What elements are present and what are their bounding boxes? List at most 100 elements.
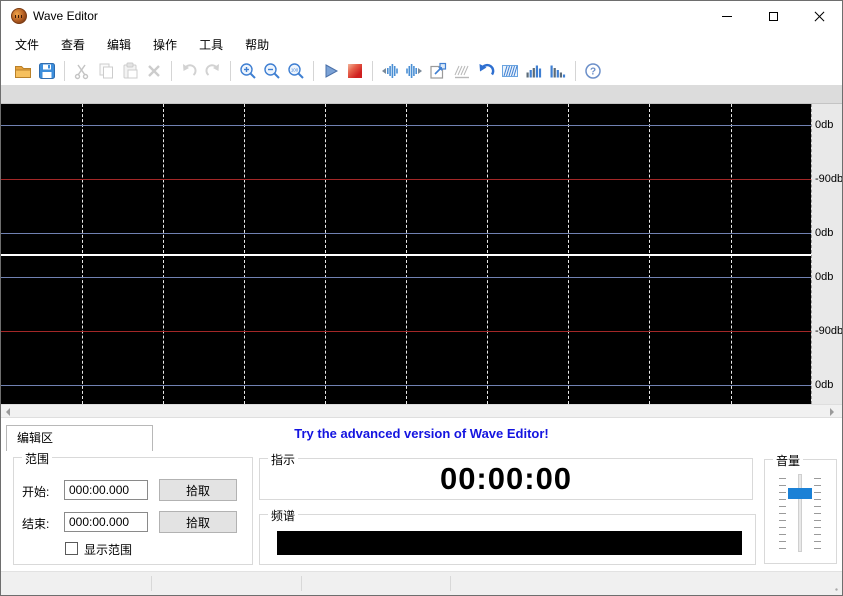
volume-group-title: 音量 — [773, 452, 803, 469]
waveform-display[interactable]: 0db -90db 0db 0db -90db 0db — [1, 104, 842, 404]
open-folder-icon — [14, 62, 32, 80]
start-time-input[interactable] — [64, 480, 148, 500]
svg-text:100: 100 — [291, 67, 299, 72]
undo-icon — [180, 62, 198, 80]
db-label: -90db — [815, 325, 843, 337]
spectrogram-view-button[interactable] — [498, 59, 522, 83]
save-icon — [38, 62, 56, 80]
volume-ticks — [814, 478, 821, 549]
bars-ascending-view-button[interactable] — [522, 59, 546, 83]
zoom-100-icon: 100 — [287, 62, 305, 80]
range-group: 范围 开始: 拾取 结束: 拾取 显示范围 — [13, 457, 253, 565]
resize-grip-icon[interactable] — [827, 580, 838, 591]
window-title: Wave Editor — [33, 1, 98, 31]
spectrum-group-title: 频谱 — [268, 507, 298, 524]
redo-button — [201, 59, 225, 83]
menu-bar: 文件 查看 编辑 操作 工具 帮助 — [1, 31, 842, 57]
export-selection-button[interactable] — [426, 59, 450, 83]
volume-slider[interactable] — [798, 474, 802, 552]
undo-button — [177, 59, 201, 83]
db-label: -90db — [815, 173, 843, 185]
help-button[interactable]: ? — [581, 59, 605, 83]
zero-db-line — [1, 385, 811, 386]
show-range-checkbox[interactable] — [65, 542, 78, 555]
toolbar: 100 — [1, 57, 842, 85]
status-separator — [151, 576, 152, 591]
cut-icon — [73, 62, 91, 80]
end-time-input[interactable] — [64, 512, 148, 532]
app-window: Wave Editor 文件 查看 编辑 操作 工具 帮助 — [0, 0, 843, 596]
tab-editor-area[interactable]: 编辑区 — [6, 425, 153, 451]
pick-end-button[interactable]: 拾取 — [159, 511, 237, 533]
zoom-in-button[interactable] — [236, 59, 260, 83]
toolbar-separator — [230, 61, 231, 81]
maximize-button[interactable] — [750, 1, 796, 31]
wave-trim-right-icon — [405, 62, 423, 80]
hatch-tool-button — [450, 59, 474, 83]
bars-descending-view-button[interactable] — [546, 59, 570, 83]
delete-icon — [145, 62, 163, 80]
status-bar — [1, 571, 842, 595]
toolbar-separator — [64, 61, 65, 81]
paste-button — [118, 59, 142, 83]
spectrum-group: 频谱 — [259, 514, 756, 565]
indicator-group: 指示 00:00:00 — [259, 458, 753, 500]
range-group-title: 范围 — [22, 450, 52, 467]
stop-icon — [348, 64, 362, 78]
minus90-db-line — [1, 331, 811, 332]
help-icon: ? — [584, 62, 602, 80]
scroll-right-icon[interactable] — [830, 408, 834, 416]
menu-file[interactable]: 文件 — [7, 32, 47, 57]
bars-ascending-icon — [525, 62, 543, 80]
open-button[interactable] — [11, 59, 35, 83]
copy-icon — [97, 62, 115, 80]
toolbar-separator — [171, 61, 172, 81]
zero-db-line — [1, 125, 811, 126]
wave-trim-left-button[interactable] — [378, 59, 402, 83]
copy-button — [94, 59, 118, 83]
close-button[interactable] — [796, 1, 842, 31]
scroll-left-icon[interactable] — [6, 408, 10, 416]
db-label: 0db — [815, 227, 833, 239]
restore-button[interactable] — [474, 59, 498, 83]
minimize-button[interactable] — [704, 1, 750, 31]
menu-edit[interactable]: 编辑 — [99, 32, 139, 57]
status-separator — [301, 576, 302, 591]
save-button[interactable] — [35, 59, 59, 83]
stop-button[interactable] — [343, 59, 367, 83]
start-label: 开始: — [22, 483, 49, 500]
app-logo-icon — [11, 8, 27, 24]
paste-icon — [121, 62, 139, 80]
hatch-tool-icon — [453, 62, 471, 80]
svg-text:?: ? — [590, 67, 596, 78]
wave-trim-left-icon — [381, 62, 399, 80]
toolbar-separator — [575, 61, 576, 81]
db-label: 0db — [815, 379, 833, 391]
volume-slider-thumb[interactable] — [788, 488, 812, 499]
menu-help[interactable]: 帮助 — [237, 32, 277, 57]
volume-group: 音量 — [764, 459, 837, 564]
waveform-canvas[interactable] — [1, 104, 811, 404]
wave-trim-right-button[interactable] — [402, 59, 426, 83]
spectrogram-view-icon — [501, 62, 519, 80]
menu-operate[interactable]: 操作 — [145, 32, 185, 57]
minus90-db-line — [1, 179, 811, 180]
pick-start-button[interactable]: 拾取 — [159, 479, 237, 501]
zoom-out-button[interactable] — [260, 59, 284, 83]
zoom-100-button[interactable]: 100 — [284, 59, 308, 83]
time-indicator: 00:00:00 — [260, 461, 752, 497]
play-button[interactable] — [319, 59, 343, 83]
maximize-icon — [769, 12, 778, 21]
zero-db-line — [1, 277, 811, 278]
db-label: 0db — [815, 119, 833, 131]
show-range-label: 显示范围 — [84, 541, 132, 558]
minimize-icon — [722, 16, 732, 17]
toolbar-separator — [313, 61, 314, 81]
cut-button — [70, 59, 94, 83]
spectrum-bar — [277, 531, 742, 555]
menu-tools[interactable]: 工具 — [191, 32, 231, 57]
menu-view[interactable]: 查看 — [53, 32, 93, 57]
horizontal-scrollbar[interactable] — [1, 404, 842, 418]
close-icon — [814, 11, 825, 22]
volume-ticks — [779, 478, 786, 549]
